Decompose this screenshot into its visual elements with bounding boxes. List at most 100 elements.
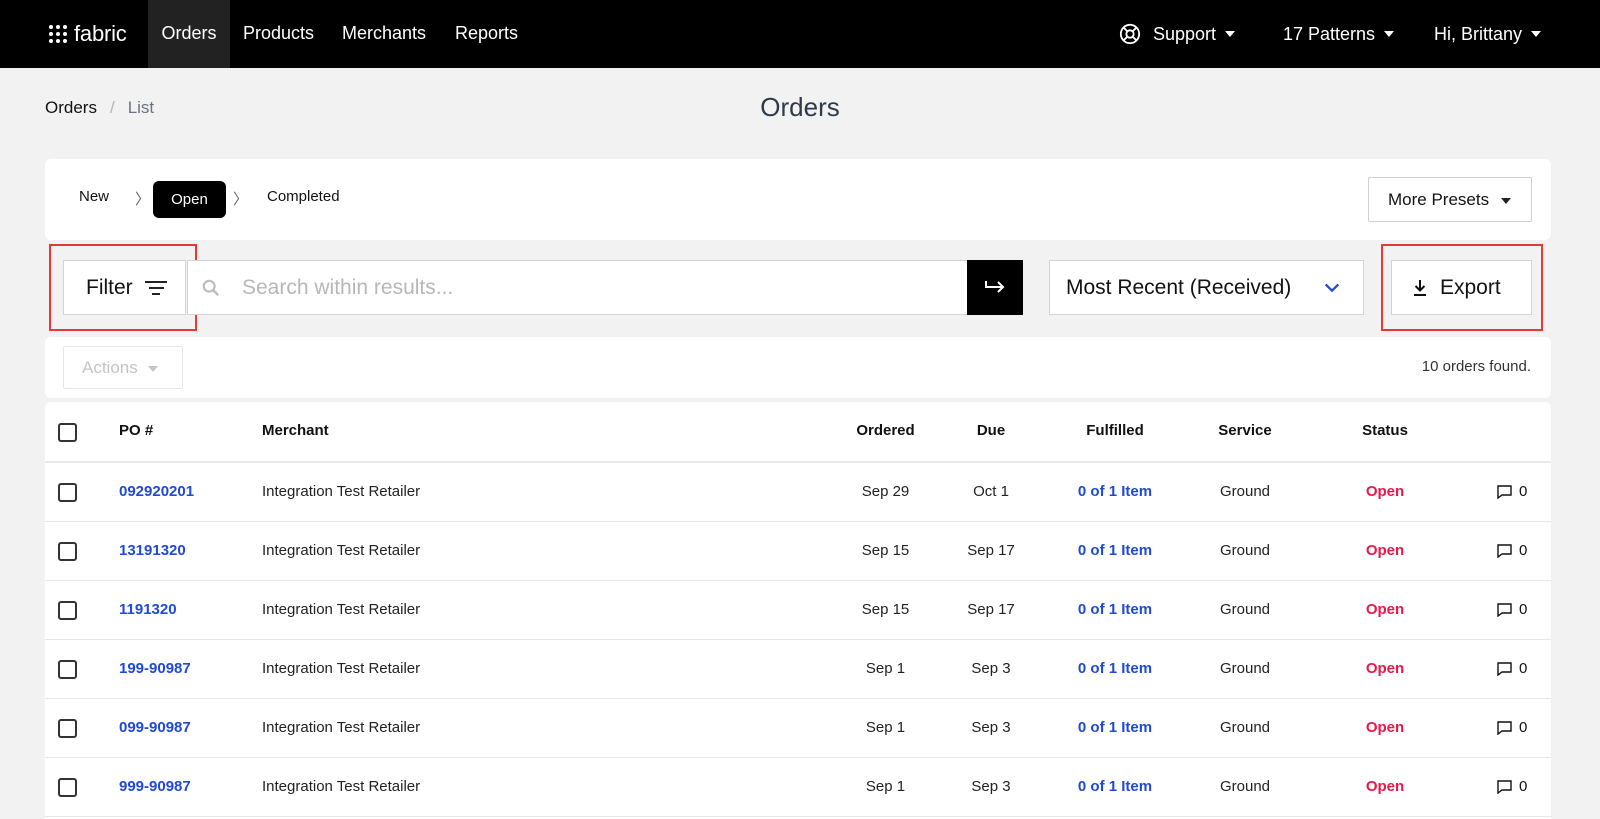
merchant-name: Integration Test Retailer [262, 601, 421, 618]
table-row[interactable]: 099-90987 Integration Test Retailer Sep … [45, 699, 1551, 758]
search-box [187, 260, 968, 315]
column-header-ordered[interactable]: Ordered [833, 422, 938, 439]
due-date: Sep 17 [967, 542, 1015, 559]
fulfilled-link[interactable]: 0 of 1 Item [1055, 483, 1175, 500]
row-checkbox[interactable] [58, 719, 77, 738]
table-row[interactable]: 092920201 Integration Test Retailer Sep … [45, 463, 1551, 522]
comments-count[interactable]: 0 [1497, 660, 1527, 677]
chevron-down-icon [1531, 31, 1542, 37]
nav-item-orders[interactable]: Orders [148, 0, 230, 68]
actions-label: Actions [82, 358, 138, 377]
comments-value: 0 [1519, 719, 1528, 736]
comments-count[interactable]: 0 [1497, 601, 1527, 618]
nav-item-reports[interactable]: Reports [455, 0, 518, 68]
user-menu[interactable]: Hi, Brittany [1434, 0, 1542, 68]
patterns-menu[interactable]: 17 Patterns [1283, 0, 1395, 68]
more-presets-dropdown[interactable]: More Presets [1368, 177, 1532, 222]
column-header-status[interactable]: Status [1345, 422, 1425, 439]
orders-count: 10 orders found. [1421, 358, 1531, 375]
row-checkbox[interactable] [58, 601, 77, 620]
preset-new[interactable]: New [79, 188, 109, 205]
po-number-link[interactable]: 999-90987 [119, 778, 191, 795]
po-number-link[interactable]: 099-90987 [119, 719, 191, 736]
due-date: Sep 3 [971, 660, 1011, 677]
table-row[interactable]: 1191320 Integration Test Retailer Sep 15… [45, 581, 1551, 640]
comments-count[interactable]: 0 [1497, 778, 1527, 795]
due-date: Sep 17 [967, 601, 1015, 618]
row-checkbox[interactable] [58, 542, 77, 561]
more-presets-label: More Presets [1388, 190, 1490, 209]
merchant-name: Integration Test Retailer [262, 483, 421, 500]
nav-item-merchants[interactable]: Merchants [342, 0, 426, 68]
status-badge: Open [1365, 660, 1405, 677]
comment-icon [1497, 543, 1512, 558]
patterns-label: 17 Patterns [1283, 23, 1376, 44]
search-input[interactable] [242, 261, 942, 314]
chevron-right-icon: 〉 [233, 191, 249, 208]
sort-select[interactable]: Most Recent (Received) [1049, 260, 1364, 315]
page-title: Orders [760, 92, 840, 122]
column-header-fulfilled[interactable]: Fulfilled [1055, 422, 1175, 439]
comments-value: 0 [1519, 542, 1528, 559]
table-row[interactable]: 199-90987 Integration Test Retailer Sep … [45, 640, 1551, 699]
service-type: Ground [1219, 778, 1271, 795]
filter-lines-icon [145, 281, 167, 297]
chevron-right-icon: 〉 [135, 191, 151, 208]
po-number-link[interactable]: 199-90987 [119, 660, 191, 677]
service-type: Ground [1219, 719, 1271, 736]
fabric-logo[interactable]: fabric [49, 20, 127, 48]
po-number-link[interactable]: 13191320 [119, 542, 186, 559]
search-submit-button[interactable] [967, 260, 1023, 315]
comments-count[interactable]: 0 [1497, 719, 1527, 736]
column-header-merchant[interactable]: Merchant [262, 422, 329, 439]
po-number-link[interactable]: 1191320 [119, 601, 177, 618]
row-checkbox[interactable] [58, 660, 77, 679]
logo-dots-icon [49, 24, 68, 44]
merchant-name: Integration Test Retailer [262, 660, 421, 677]
comments-value: 0 [1519, 483, 1528, 500]
preset-completed[interactable]: Completed [267, 188, 340, 205]
column-header-po[interactable]: PO # [119, 422, 153, 439]
merchant-name: Integration Test Retailer [262, 542, 421, 559]
actions-dropdown[interactable]: Actions [63, 346, 183, 389]
comments-count[interactable]: 0 [1497, 542, 1527, 559]
row-checkbox[interactable] [58, 483, 77, 502]
po-number-link[interactable]: 092920201 [119, 483, 194, 500]
filter-button[interactable]: Filter [63, 260, 186, 315]
export-button[interactable]: Export [1391, 260, 1532, 315]
comments-value: 0 [1519, 601, 1528, 618]
comment-icon [1497, 661, 1512, 676]
actions-bar [45, 337, 1551, 398]
merchant-name: Integration Test Retailer [262, 719, 421, 736]
support-menu[interactable]: Support [1119, 0, 1236, 68]
comment-icon [1497, 720, 1512, 735]
export-label: Export [1440, 276, 1501, 299]
preset-open[interactable]: Open [153, 181, 226, 218]
comments-value: 0 [1519, 778, 1528, 795]
fulfilled-link[interactable]: 0 of 1 Item [1055, 601, 1175, 618]
fulfilled-link[interactable]: 0 of 1 Item [1055, 542, 1175, 559]
fulfilled-link[interactable]: 0 of 1 Item [1055, 660, 1175, 677]
row-checkbox[interactable] [58, 778, 77, 797]
sort-selected-value: Most Recent (Received) [1066, 276, 1292, 299]
fulfilled-link[interactable]: 0 of 1 Item [1055, 778, 1175, 795]
select-all-checkbox[interactable] [58, 423, 77, 442]
filter-label: Filter [86, 276, 133, 299]
table-row[interactable]: 13191320 Integration Test Retailer Sep 1… [45, 522, 1551, 581]
comments-count[interactable]: 0 [1497, 483, 1527, 500]
column-header-due[interactable]: Due [941, 422, 1041, 439]
due-date: Sep 3 [971, 719, 1011, 736]
status-badge: Open [1365, 542, 1405, 559]
status-badge: Open [1365, 778, 1405, 795]
fulfilled-link[interactable]: 0 of 1 Item [1055, 719, 1175, 736]
chevron-down-icon [1324, 283, 1340, 293]
service-type: Ground [1219, 601, 1271, 618]
ordered-date: Sep 1 [865, 660, 906, 677]
table-row[interactable]: 999-90987 Integration Test Retailer Sep … [45, 758, 1551, 817]
status-badge: Open [1365, 601, 1405, 618]
comments-value: 0 [1519, 660, 1528, 677]
chevron-down-icon [1501, 197, 1512, 204]
nav-item-products[interactable]: Products [243, 0, 314, 68]
column-header-service[interactable]: Service [1205, 422, 1285, 439]
merchant-name: Integration Test Retailer [262, 778, 421, 795]
